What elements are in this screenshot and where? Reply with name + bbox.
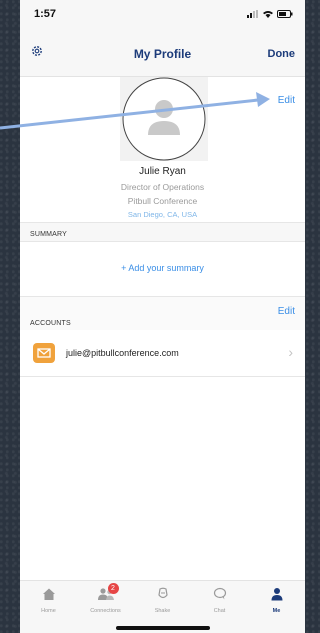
signal-icon xyxy=(247,10,258,18)
list-item[interactable]: julie@pitbullconference.com › xyxy=(20,330,305,377)
status-time: 1:57 xyxy=(34,8,57,20)
home-indicator xyxy=(116,626,210,630)
shake-icon xyxy=(157,587,168,599)
profile-name: Julie Ryan xyxy=(139,166,186,177)
nav-bar: My Profile Done xyxy=(20,32,305,77)
notification-badge: 2 xyxy=(107,583,119,594)
accounts-header-label: ACCOUNTS xyxy=(30,320,71,327)
wifi-icon xyxy=(263,11,273,18)
tab-shake[interactable]: Shake xyxy=(134,587,191,614)
mail-icon xyxy=(33,343,55,363)
status-icons xyxy=(247,10,293,18)
phone-screen: 1:57 My Profile Done Edit Julie Ryan Dir… xyxy=(20,0,305,633)
tab-connections-label: Connections xyxy=(90,608,121,614)
page-title: My Profile xyxy=(133,47,192,61)
done-button[interactable]: Done xyxy=(268,48,296,60)
summary-header-label: SUMMARY xyxy=(30,231,68,238)
tab-home-label: Home xyxy=(41,608,56,614)
chat-icon xyxy=(213,587,226,600)
profile-title: Director of Operations xyxy=(120,182,205,192)
account-email: julie@pitbullconference.com xyxy=(66,348,179,358)
profile-location: San Diego, CA, USA xyxy=(127,210,198,219)
person-icon xyxy=(271,588,282,601)
summary-section-header: SUMMARY xyxy=(20,222,305,242)
chevron-right-icon: › xyxy=(288,344,293,360)
battery-icon xyxy=(277,10,293,18)
profile-edit-button[interactable]: Edit xyxy=(278,95,295,106)
home-icon xyxy=(42,588,55,600)
tab-home[interactable]: Home xyxy=(20,587,77,614)
status-bar: 1:57 xyxy=(20,0,305,32)
tab-shake-label: Shake xyxy=(154,608,171,614)
accounts-edit-button[interactable]: Edit xyxy=(278,306,295,317)
accounts-section-header: ACCOUNTS xyxy=(20,296,305,331)
add-summary-link[interactable]: + Add your summary xyxy=(20,263,305,273)
tab-chat[interactable]: Chat xyxy=(191,587,248,614)
profile-company: Pitbull Conference xyxy=(127,196,198,206)
tab-me[interactable]: Me xyxy=(248,587,305,614)
tab-chat-label: Chat xyxy=(213,608,226,614)
tab-me-label: Me xyxy=(272,608,281,614)
avatar[interactable] xyxy=(120,77,208,161)
tab-connections[interactable]: 2 Connections xyxy=(77,583,134,614)
